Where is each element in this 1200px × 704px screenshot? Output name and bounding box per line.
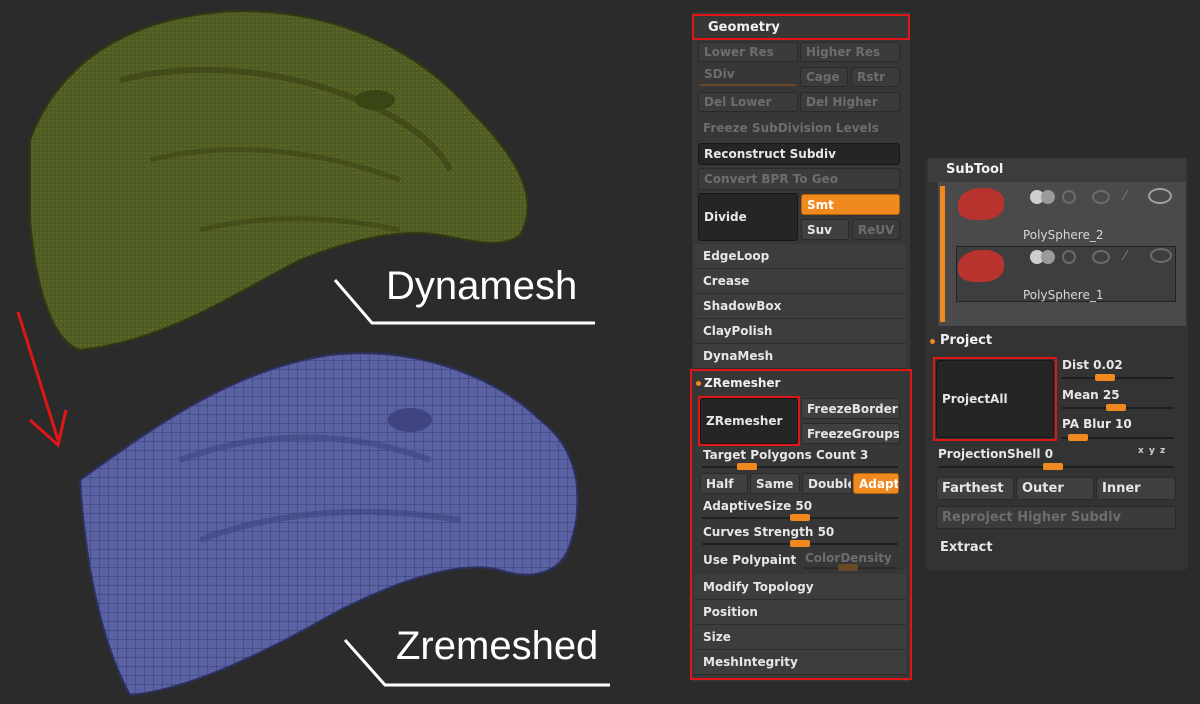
project-all-highlight	[933, 357, 1057, 441]
cage-button[interactable]: Cage	[800, 67, 848, 87]
mask-icon[interactable]	[1062, 190, 1076, 204]
dynamesh-label: Dynamesh	[386, 264, 578, 308]
reproject-higher-subdiv-button[interactable]: Reproject Higher Subdiv	[936, 506, 1176, 529]
smt-toggle[interactable]: Smt	[801, 194, 900, 215]
zremeshed-label: Zremeshed	[396, 624, 599, 668]
higher-res-button[interactable]: Higher Res	[800, 42, 900, 62]
meshintegrity-row[interactable]: MeshIntegrity	[694, 650, 906, 675]
adapt-toggle[interactable]: Adapt	[853, 473, 899, 494]
extract-row[interactable]: Extract	[940, 540, 993, 555]
geometry-highlight	[692, 14, 910, 40]
color-density-knob[interactable]	[838, 564, 858, 571]
group-icon[interactable]	[1092, 190, 1110, 204]
subtool-thumbnail	[958, 188, 1004, 220]
freezegroups-button[interactable]: FreezeGroups	[801, 423, 900, 444]
project-header[interactable]: Project	[940, 333, 992, 348]
mean-knob[interactable]	[1106, 404, 1126, 411]
freezeborder-button[interactable]: FreezeBorder	[801, 398, 900, 419]
use-polypaint-toggle[interactable]: Use Polypaint	[703, 553, 796, 567]
dynamesh-row[interactable]: DynaMesh	[694, 344, 906, 369]
sdiv-slider[interactable]	[700, 84, 796, 86]
target-polygons-knob[interactable]	[737, 463, 758, 470]
subtool-thumbnail	[958, 250, 1004, 282]
xyz-axis-toggle[interactable]: x y z	[1138, 446, 1166, 456]
reuv-button[interactable]: ReUV	[852, 219, 900, 240]
same-button[interactable]: Same	[750, 473, 800, 494]
eye-icon[interactable]	[1150, 248, 1172, 263]
model-illustration	[16, 10, 610, 697]
zremesher-button-highlight	[698, 396, 800, 446]
del-lower-button[interactable]: Del Lower	[698, 92, 798, 112]
lower-res-button[interactable]: Lower Res	[698, 42, 798, 62]
brush-icon[interactable]: ⁄	[1124, 190, 1138, 204]
sdiv-label: SDiv	[704, 67, 735, 81]
project-dot-icon	[930, 339, 935, 344]
zremesher-header[interactable]: ZRemesher	[704, 376, 780, 390]
claypolish-row[interactable]: ClayPolish	[694, 319, 906, 344]
size-row[interactable]: Size	[694, 625, 906, 650]
dist-knob[interactable]	[1095, 374, 1115, 381]
subtool-name: PolySphere_1	[1023, 288, 1104, 302]
projection-shell-knob[interactable]	[1043, 463, 1063, 470]
group-icon[interactable]	[1092, 250, 1110, 264]
double-button[interactable]: Double	[802, 473, 852, 494]
mean-label: Mean 25	[1062, 388, 1120, 402]
divide-button[interactable]: Divide	[698, 193, 798, 241]
dist-label: Dist 0.02	[1062, 358, 1123, 372]
curves-strength-knob[interactable]	[790, 540, 810, 547]
shadowbox-row[interactable]: ShadowBox	[694, 294, 906, 319]
farthest-button[interactable]: Farthest	[936, 477, 1014, 500]
brush-icon[interactable]: ⁄	[1124, 250, 1138, 264]
dist-slider[interactable]	[1062, 377, 1174, 379]
zremesher-dot-icon	[696, 381, 701, 386]
modify-topology-row[interactable]: Modify Topology	[694, 574, 906, 600]
subtool-name: PolySphere_2	[1023, 228, 1104, 242]
eye-icon[interactable]	[1148, 188, 1172, 204]
inner-button[interactable]: Inner	[1096, 477, 1176, 500]
convert-bpr-button[interactable]: Convert BPR To Geo	[698, 168, 900, 190]
pa-blur-knob[interactable]	[1068, 434, 1088, 441]
rstr-button[interactable]: Rstr	[851, 67, 900, 87]
subtool-header[interactable]: SubTool	[946, 162, 1003, 177]
edgeloop-row[interactable]: EdgeLoop	[694, 244, 906, 269]
mask-icon[interactable]	[1062, 250, 1076, 264]
target-polygons-label: Target Polygons Count 3	[703, 448, 869, 462]
projection-shell-label: ProjectionShell 0	[938, 447, 1054, 461]
freeze-subdivision-button[interactable]: Freeze SubDivision Levels	[703, 121, 879, 135]
adaptive-size-label: AdaptiveSize 50	[703, 499, 813, 513]
curves-strength-label: Curves Strength 50	[703, 525, 835, 539]
suv-toggle[interactable]: Suv	[801, 219, 849, 240]
reconstruct-subdiv-button[interactable]: Reconstruct Subdiv	[698, 143, 900, 165]
target-polygons-slider[interactable]	[702, 466, 898, 468]
pa-blur-label: PA Blur 10	[1062, 417, 1132, 431]
material-icon[interactable]	[1041, 190, 1055, 204]
subtool-scrollbar[interactable]	[940, 186, 945, 322]
color-density-label: ColorDensity	[805, 551, 892, 565]
crease-row[interactable]: Crease	[694, 269, 906, 294]
adaptive-size-knob[interactable]	[790, 514, 810, 521]
del-higher-button[interactable]: Del Higher	[800, 92, 900, 112]
position-row[interactable]: Position	[694, 600, 906, 625]
half-button[interactable]: Half	[700, 473, 748, 494]
material-icon[interactable]	[1041, 250, 1055, 264]
outer-button[interactable]: Outer	[1016, 477, 1094, 500]
